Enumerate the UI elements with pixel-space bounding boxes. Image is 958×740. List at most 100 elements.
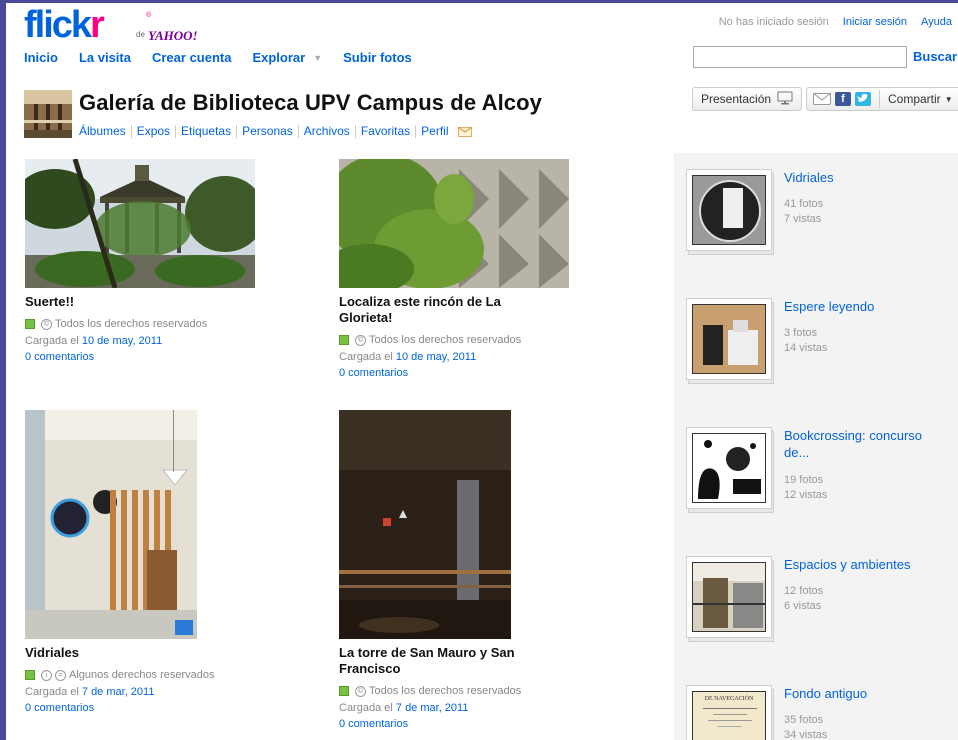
subnav-perfil[interactable]: Perfil	[415, 125, 453, 138]
subnav-personas[interactable]: Personas	[236, 125, 298, 138]
photo-title[interactable]: Suerte!!	[25, 294, 265, 310]
twitter-icon[interactable]	[855, 92, 871, 106]
photo-item: Suerte!! © Todos los derechos reservados…	[25, 159, 265, 363]
subnav-etiquetas[interactable]: Etiquetas	[175, 125, 236, 138]
nav-la-visita-label: La visita	[78, 50, 131, 65]
login-link[interactable]: Iniciar sesión	[843, 16, 907, 28]
nav-inicio[interactable]: Inicio	[24, 50, 58, 65]
set-thumbnail[interactable]	[686, 556, 774, 642]
license-text[interactable]: Todos los derechos reservados	[369, 685, 521, 697]
set-title[interactable]: Espere leyendo	[784, 298, 944, 315]
comments-link[interactable]: 0 comentarios	[339, 367, 579, 379]
upload-info: Cargada el 7 de mar, 2011	[339, 702, 579, 714]
license-badge-icon	[339, 335, 349, 345]
set-photo-count: 35 fotos	[784, 714, 824, 726]
photo-thumbnail[interactable]	[25, 159, 255, 288]
logo-text-r: r	[90, 4, 105, 46]
license-text[interactable]: Todos los derechos reservados	[55, 318, 207, 330]
nav-la-visita[interactable]: La visita	[79, 50, 131, 65]
logo-de-label: de	[136, 30, 145, 39]
slideshow-label: Presentación	[701, 92, 772, 106]
set-thumbnail[interactable]: DE NAVEGACIÓN	[686, 685, 774, 740]
profile-subnav: Álbumes Expos Etiquetas Personas Archivo…	[79, 125, 472, 138]
set-title[interactable]: Bookcrossing: concurso de...	[784, 427, 944, 461]
upload-prefix: Cargada el	[339, 351, 393, 363]
set-photo-count: 41 fotos	[784, 198, 824, 210]
flickr-logo[interactable]: flickr ® de YAHOO!	[24, 6, 224, 46]
email-share-icon[interactable]	[813, 93, 831, 105]
set-thumbnail[interactable]	[686, 427, 774, 513]
mail-icon[interactable]	[457, 126, 472, 137]
set-photo-count: 3 fotos	[784, 327, 818, 339]
window-frame-left	[0, 0, 6, 740]
copyright-icon: ©	[355, 685, 366, 697]
license-text[interactable]: Todos los derechos reservados	[369, 334, 521, 346]
upload-info: Cargada el 7 de mar, 2011	[25, 686, 265, 698]
chevron-down-icon[interactable]: ▼	[313, 53, 322, 63]
slideshow-button[interactable]: Presentación	[692, 87, 803, 111]
photo-title[interactable]: La torre de San Mauro y San Francisco	[339, 645, 539, 677]
avatar[interactable]	[24, 90, 72, 138]
photo-title[interactable]: Vidriales	[25, 645, 265, 661]
logo-registered-mark: ®	[146, 12, 152, 19]
login-status: No has iniciado sesión	[718, 16, 829, 28]
comments-link[interactable]: 0 comentarios	[339, 718, 579, 730]
search-input[interactable]	[693, 46, 907, 68]
set-view-count: 34 vistas	[784, 729, 828, 740]
photo-thumbnail[interactable]	[339, 159, 569, 288]
nav-crear-cuenta[interactable]: Crear cuenta	[152, 50, 231, 65]
upload-date-link[interactable]: 7 de mar, 2011	[82, 686, 155, 698]
utility-bar: No has iniciado sesión Iniciar sesión Ay…	[719, 16, 952, 28]
upload-date-link[interactable]: 10 de may, 2011	[82, 335, 162, 347]
license-text[interactable]: Algunos derechos reservados	[69, 669, 215, 681]
chevron-down-icon[interactable]: ▼	[945, 95, 953, 104]
set-view-count: 14 vistas	[784, 342, 828, 354]
set-thumbnail[interactable]	[686, 298, 774, 384]
monitor-icon	[777, 91, 793, 108]
set-photo-count: 12 fotos	[784, 585, 824, 597]
yahoo-logo: YAHOO!	[148, 28, 198, 43]
subnav-archivos[interactable]: Archivos	[297, 125, 355, 138]
nav-explorar[interactable]: Explorar ▼	[252, 50, 322, 65]
set-photo-count: 19 fotos	[784, 474, 824, 486]
photo-title[interactable]: Localiza este rincón de La Glorieta!	[339, 294, 539, 326]
upload-prefix: Cargada el	[339, 702, 393, 714]
search-button[interactable]: Buscar	[913, 49, 957, 64]
top-navigation: Inicio La visita Crear cuenta Explorar ▼ …	[24, 50, 433, 65]
set-view-count: 6 vistas	[784, 600, 822, 612]
nav-subir-fotos-label: Subir fotos	[343, 50, 412, 65]
subnav-expos[interactable]: Expos	[130, 125, 175, 138]
set-title[interactable]: Fondo antiguo	[784, 685, 944, 702]
photo-item: Vidriales i = Algunos derechos reservado…	[25, 410, 265, 714]
license-badge-icon	[339, 686, 349, 696]
set-title[interactable]: Espacios y ambientes	[784, 556, 944, 573]
license-info: i = Algunos derechos reservados	[25, 669, 265, 681]
facebook-icon[interactable]: f	[835, 92, 851, 106]
subnav-favoritas[interactable]: Favoritas	[354, 125, 415, 138]
license-info: © Todos los derechos reservados	[25, 318, 265, 330]
share-toolbar: f Compartir ▼	[806, 87, 958, 111]
window-frame-top	[0, 0, 958, 3]
help-link[interactable]: Ayuda	[921, 16, 952, 28]
set-title[interactable]: Vidriales	[784, 169, 944, 186]
license-badge-icon	[25, 670, 35, 680]
upload-date-link[interactable]: 10 de may, 2011	[396, 351, 476, 363]
comments-link[interactable]: 0 comentarios	[25, 351, 265, 363]
set-thumbnail[interactable]	[686, 169, 774, 255]
photo-item: La torre de San Mauro y San Francisco © …	[339, 410, 579, 730]
subnav-albumes[interactable]: Álbumes	[79, 125, 131, 138]
cc-noderivs-icon: =	[55, 669, 66, 681]
upload-date-link[interactable]: 7 de mar, 2011	[396, 702, 469, 714]
nav-subir-fotos[interactable]: Subir fotos	[343, 50, 412, 65]
divider	[879, 90, 880, 108]
comments-link[interactable]: 0 comentarios	[25, 702, 265, 714]
copyright-icon: ©	[41, 318, 52, 330]
share-label[interactable]: Compartir	[888, 92, 941, 106]
page-title: Galería de Biblioteca UPV Campus de Alco…	[79, 90, 542, 115]
upload-info: Cargada el 10 de may, 2011	[25, 335, 265, 347]
photo-thumbnail[interactable]	[339, 410, 511, 639]
sets-sidebar: Vidriales 41 fotos 7 vistas Espere leyen…	[674, 153, 958, 740]
upload-prefix: Cargada el	[25, 686, 79, 698]
photo-thumbnail[interactable]	[25, 410, 197, 639]
set-view-count: 12 vistas	[784, 489, 828, 501]
